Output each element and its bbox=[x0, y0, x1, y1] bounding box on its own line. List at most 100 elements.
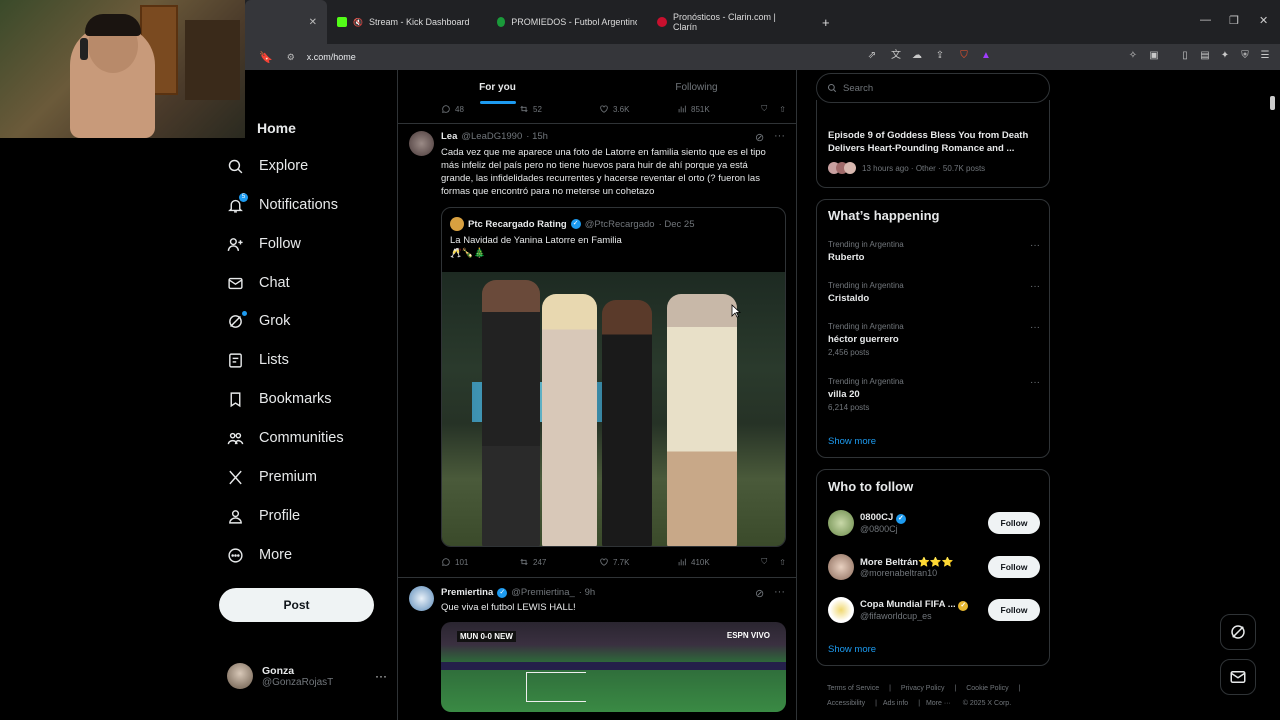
wallet-icon[interactable]: ▤ bbox=[1199, 50, 1211, 62]
more-horizontal-icon[interactable]: ··· bbox=[1030, 377, 1040, 388]
bookmark-page-icon[interactable]: 🔖 bbox=[259, 51, 273, 64]
nav-profile-label: Profile bbox=[259, 508, 301, 524]
nav-more[interactable]: More bbox=[227, 540, 292, 570]
grok-icon[interactable]: ⊘ bbox=[755, 131, 764, 144]
quoted-tweet[interactable]: Ptc Recargado Rating ✓ @PtcRecargado · D… bbox=[441, 207, 786, 547]
close-window-icon[interactable]: ✕ bbox=[1259, 14, 1268, 27]
more-horizontal-icon[interactable]: ··· bbox=[375, 669, 387, 683]
repost-button[interactable]: 52 bbox=[519, 104, 599, 114]
more-horizontal-icon[interactable]: ··· bbox=[774, 130, 785, 142]
nav-chat[interactable]: Chat bbox=[227, 268, 290, 298]
tweet-time[interactable]: · 15h bbox=[526, 131, 548, 142]
tweet-video[interactable]: MUN 0-0 NEW ESPN VIVO bbox=[441, 622, 786, 712]
tweet-time[interactable]: · 9h bbox=[579, 587, 595, 598]
bookmark-icon[interactable]: ⛉ bbox=[761, 104, 767, 114]
grok-icon[interactable]: ⊘ bbox=[755, 587, 764, 600]
post-button[interactable]: Post bbox=[219, 588, 374, 622]
tab-for-you[interactable]: For you bbox=[398, 70, 597, 104]
follow-suggestion[interactable]: Copa Mundial FIFA ... ✓ @fifaworldcup_es … bbox=[828, 595, 1040, 625]
verified-badge-icon: ✓ bbox=[497, 587, 508, 598]
close-tab-icon[interactable]: ✕ bbox=[309, 17, 317, 28]
extensions-icon[interactable]: ✧ bbox=[1127, 50, 1139, 62]
show-more-link[interactable]: Show more bbox=[828, 644, 876, 655]
nav-communities-label: Communities bbox=[259, 430, 344, 446]
footer-link[interactable]: Cookie Policy bbox=[966, 685, 1008, 692]
open-external-icon[interactable]: ⇗ bbox=[866, 50, 878, 62]
nav-communities[interactable]: Communities bbox=[227, 423, 344, 453]
bookmark-icon[interactable]: ⛉ bbox=[761, 557, 767, 567]
screenshot-icon[interactable]: ▣ bbox=[1148, 50, 1160, 62]
brave-rewards-icon[interactable]: ▲ bbox=[980, 50, 992, 62]
show-more-link[interactable]: Show more bbox=[828, 436, 876, 447]
avatar[interactable] bbox=[409, 586, 434, 611]
follow-button[interactable]: Follow bbox=[988, 512, 1040, 534]
author-name[interactable]: Lea bbox=[441, 131, 457, 142]
footer-link[interactable]: More ··· bbox=[926, 700, 951, 707]
footer-link[interactable]: Accessibility bbox=[827, 700, 865, 707]
trend-item[interactable]: Trending in Argentina villa 20 6,214 posts… bbox=[828, 377, 1040, 412]
trend-item[interactable]: Trending in Argentina Ruberto ··· bbox=[828, 240, 1040, 263]
nav-premium[interactable]: Premium bbox=[227, 462, 317, 492]
browser-tab-promiedos[interactable]: PROMIEDOS - Futbol Argentino - Fi... bbox=[487, 0, 647, 44]
share-icon[interactable]: ⇧ bbox=[779, 558, 786, 567]
follow-suggestion[interactable]: 0800CJ ✓ @0800Cj Follow bbox=[828, 508, 1040, 538]
follow-button[interactable]: Follow bbox=[988, 556, 1040, 578]
browser-tab-clarin[interactable]: Pronósticos - Clarin.com | Clarín bbox=[647, 0, 812, 44]
news-card[interactable]: Episode 9 of Goddess Bless You from Deat… bbox=[816, 100, 1050, 188]
address-bar: 🔖 ⚙ x.com/home bbox=[245, 44, 1280, 70]
nav-lists[interactable]: Lists bbox=[227, 345, 289, 375]
grok-dot bbox=[242, 310, 247, 316]
share-icon[interactable]: ⇪ bbox=[934, 50, 946, 62]
nav-grok[interactable]: Grok bbox=[227, 306, 290, 336]
follow-suggestion[interactable]: More Beltrán⭐⭐⭐ @morenabeltran10 Follow bbox=[828, 552, 1040, 582]
nav-home[interactable]: Home bbox=[257, 113, 296, 143]
nav-explore[interactable]: Explore bbox=[227, 151, 308, 181]
nav-bookmarks[interactable]: Bookmarks bbox=[227, 384, 332, 414]
sidebar-icon[interactable]: ▯ bbox=[1179, 50, 1191, 62]
page-scrollbar[interactable] bbox=[1270, 96, 1275, 110]
browser-tab-active[interactable]: ✕ bbox=[245, 0, 327, 44]
reply-button[interactable]: 48 bbox=[441, 104, 519, 114]
url-field[interactable]: x.com/home bbox=[307, 52, 356, 62]
like-button[interactable]: 7.7K bbox=[599, 557, 677, 567]
menu-icon[interactable]: ☰ bbox=[1259, 50, 1271, 62]
follow-button[interactable]: Follow bbox=[988, 599, 1040, 621]
author-handle[interactable]: @LeaDG1990 bbox=[461, 131, 522, 142]
repost-button[interactable]: 247 bbox=[519, 557, 599, 567]
share-icon[interactable]: ⇧ bbox=[779, 105, 786, 114]
footer-link[interactable]: Privacy Policy bbox=[901, 685, 945, 692]
restore-icon[interactable]: ❐ bbox=[1229, 14, 1239, 27]
trend-item[interactable]: Trending in Argentina héctor guerrero 2,45… bbox=[828, 322, 1040, 357]
footer-link[interactable]: Terms of Service bbox=[827, 685, 879, 692]
account-switcher[interactable]: Gonza @GonzaRojasT ··· bbox=[227, 658, 387, 694]
more-horizontal-icon[interactable]: ··· bbox=[1030, 322, 1040, 333]
new-tab-button[interactable]: + bbox=[812, 0, 840, 44]
browser-tab-kick[interactable]: 🔇 Stream - Kick Dashboard bbox=[327, 0, 487, 44]
nav-profile[interactable]: Profile bbox=[227, 501, 300, 531]
tab-following[interactable]: Following bbox=[597, 70, 796, 104]
site-settings-icon[interactable]: ⚙ bbox=[287, 52, 295, 63]
more-horizontal-icon[interactable]: ··· bbox=[1030, 281, 1040, 292]
footer-link[interactable]: Ads info bbox=[883, 700, 908, 707]
views-button[interactable]: 851K bbox=[677, 104, 759, 114]
like-button[interactable]: 3.6K bbox=[599, 104, 677, 114]
more-horizontal-icon[interactable]: ··· bbox=[774, 586, 785, 598]
translate-icon[interactable]: 文 bbox=[890, 50, 902, 62]
vpn-icon[interactable]: ⛨ bbox=[1239, 50, 1251, 62]
more-horizontal-icon[interactable]: ··· bbox=[1030, 240, 1040, 251]
cloud-icon[interactable]: ☁ bbox=[911, 50, 923, 62]
nav-follow[interactable]: Follow bbox=[227, 229, 301, 259]
search-input[interactable]: Search bbox=[816, 73, 1050, 103]
minimize-icon[interactable]: — bbox=[1200, 14, 1211, 26]
leo-ai-icon[interactable]: ✦ bbox=[1219, 50, 1231, 62]
trend-item[interactable]: Trending in Argentina Cristaldo ··· bbox=[828, 281, 1040, 304]
avatar[interactable] bbox=[409, 131, 434, 156]
nav-notifications[interactable]: 5 Notifications bbox=[227, 190, 338, 220]
grok-fab-button[interactable] bbox=[1220, 614, 1256, 650]
messages-fab-button[interactable] bbox=[1220, 659, 1256, 695]
views-button[interactable]: 410K bbox=[677, 557, 759, 567]
brave-shield-icon[interactable]: ⛉ bbox=[958, 50, 970, 62]
author-handle[interactable]: @Premiertina_ bbox=[511, 587, 575, 598]
reply-button[interactable]: 101 bbox=[441, 557, 519, 567]
author-name[interactable]: Premiertina bbox=[441, 587, 493, 598]
